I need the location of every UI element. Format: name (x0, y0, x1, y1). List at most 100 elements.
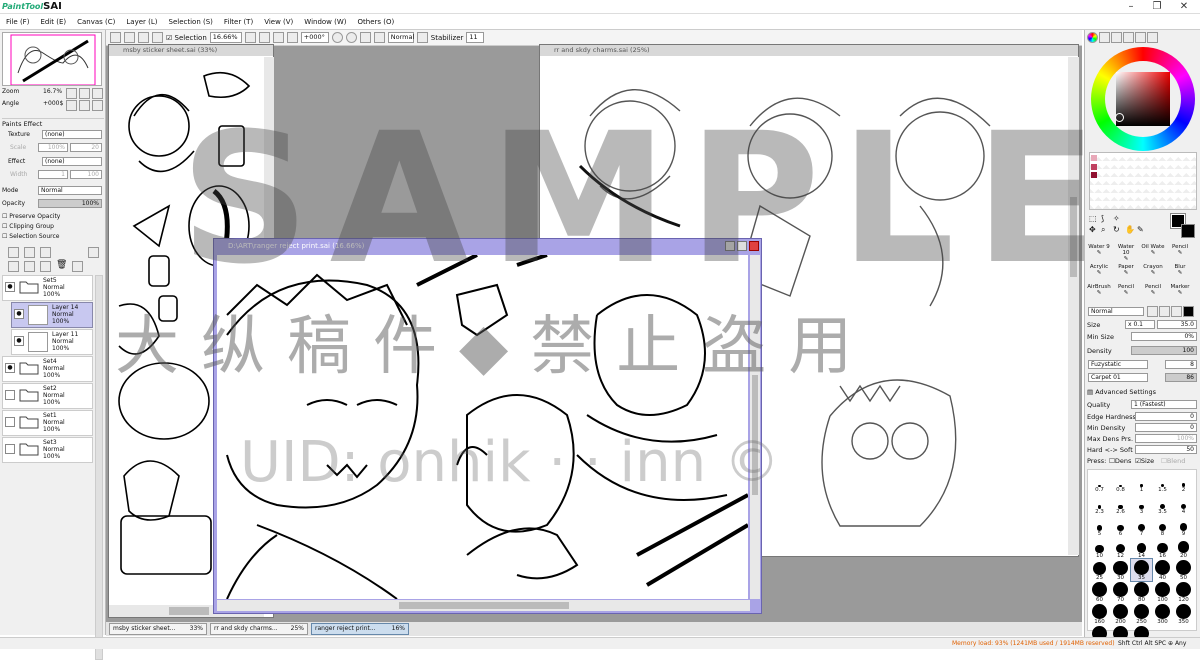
blend-mode-select[interactable]: Normal (38, 186, 102, 195)
blending-brush-value[interactable]: 86 (1165, 373, 1197, 382)
brush-size-preset[interactable]: 9 (1173, 515, 1194, 537)
merge-down-button[interactable] (24, 261, 35, 272)
zoom-in-button[interactable] (79, 88, 90, 99)
brush-size-preset[interactable]: 1.5 (1152, 471, 1173, 493)
window3-close-button[interactable] (749, 241, 759, 251)
menu-view[interactable]: View (V) (264, 18, 293, 26)
width-num[interactable]: 100 (70, 170, 102, 179)
rotate-left-button[interactable] (66, 100, 77, 111)
rotate-ccw-button[interactable] (331, 32, 343, 43)
brush-size-preset[interactable]: 40 (1152, 559, 1173, 581)
brush-size-preset[interactable]: 250 (1131, 603, 1152, 625)
brush-size-preset[interactable]: 25 (1089, 559, 1110, 581)
angle-field[interactable]: +000° (300, 32, 329, 43)
density-slider[interactable]: 100 (1131, 346, 1197, 355)
menu-filter[interactable]: Filter (T) (224, 18, 253, 26)
layer-row[interactable]: Set2 Normal 100% (2, 383, 93, 409)
width-value[interactable]: 1 (38, 170, 68, 179)
visibility-eye-icon[interactable] (5, 417, 15, 427)
tool-hide-button[interactable] (152, 32, 163, 43)
zoom-field[interactable]: 16.66% (209, 32, 242, 43)
brush-tool[interactable]: Oil Wate ✎ (1141, 244, 1165, 256)
window3-maximize-button[interactable] (737, 241, 747, 251)
hsv-slider-tab[interactable] (1111, 32, 1122, 43)
visibility-eye-icon[interactable] (5, 444, 15, 454)
rotate-reset-button[interactable] (92, 100, 103, 111)
brush-mode-select[interactable]: Normal (1088, 307, 1144, 316)
size-multiplier[interactable]: x 0.1 (1125, 320, 1155, 329)
rotate-tool-icon[interactable]: ↻ (1113, 225, 1120, 234)
color-mixer-tab[interactable] (1147, 32, 1158, 43)
brush-tool[interactable]: Paper ✎ (1114, 264, 1138, 276)
color-picker-handle[interactable] (1115, 113, 1124, 122)
visibility-eye-icon[interactable]: ● (5, 282, 15, 292)
opacity-slider[interactable]: 100% (38, 199, 102, 208)
brush-size-preset[interactable]: 12 (1110, 537, 1131, 559)
move-icon[interactable]: ✥ (1089, 225, 1096, 234)
brush-size-preset[interactable]: 0.8 (1110, 471, 1131, 493)
visibility-eye-icon[interactable]: ● (14, 309, 24, 319)
new-layer-button[interactable] (8, 247, 19, 258)
brush-size-preset[interactable]: 3.5 (1152, 493, 1173, 515)
brush-tool[interactable]: Acrylic ✎ (1087, 264, 1111, 276)
tab-ranger-reject[interactable]: ranger reject print... 16% (311, 623, 409, 635)
rotate-reset-tb-button[interactable] (359, 32, 371, 43)
tool-select-button[interactable] (110, 32, 121, 43)
zoom-minus-button[interactable] (244, 32, 256, 43)
pressure-size-checkbox[interactable]: ☑Size (1135, 457, 1154, 465)
effect-select[interactable]: (none) (42, 157, 102, 166)
scale-num[interactable]: 20 (70, 143, 102, 152)
layer-options-button[interactable] (88, 247, 99, 258)
brush-tool[interactable]: Marker ✎ (1168, 284, 1192, 296)
menu-selection[interactable]: Selection (S) (169, 18, 213, 26)
brush-size-preset[interactable]: 5 (1089, 515, 1110, 537)
flip-button[interactable] (373, 32, 385, 43)
brush-size-preset[interactable]: 14 (1131, 537, 1152, 559)
brush-size-preset[interactable]: 7 (1131, 515, 1152, 537)
transfer-down-button[interactable] (8, 261, 19, 272)
layer-scrollbar[interactable] (95, 275, 103, 660)
swatch-tab[interactable] (1123, 32, 1134, 43)
preserve-opacity-checkbox[interactable]: ☐ Preserve Opacity (2, 213, 60, 220)
zoom-out-button[interactable] (66, 88, 77, 99)
menu-layer[interactable]: Layer (L) (126, 18, 157, 26)
brush-size-preset[interactable]: 120 (1173, 581, 1194, 603)
rotate-cw-button[interactable] (345, 32, 357, 43)
brush-size-preset[interactable]: 2.6 (1110, 493, 1131, 515)
brush-tool[interactable]: Water 9 ✎ (1087, 244, 1111, 256)
brush-size-preset[interactable]: 3 (1131, 493, 1152, 515)
saturation-value-square[interactable] (1116, 72, 1170, 126)
brush-size-preset[interactable]: 1 (1131, 471, 1152, 493)
brush-size-preset[interactable]: 4 (1173, 493, 1194, 515)
layer-row[interactable]: Set1 Normal 100% (2, 410, 93, 436)
hand-tool-icon[interactable]: ✋ (1125, 225, 1135, 234)
brush-size-preset[interactable]: 70 (1110, 581, 1131, 603)
brush-size-preset[interactable]: 0.7 (1089, 471, 1110, 493)
menu-window[interactable]: Window (W) (304, 18, 346, 26)
brush-size-preset[interactable]: 350 (1173, 603, 1194, 625)
color-wheel-tab[interactable] (1087, 32, 1098, 43)
brush-tool[interactable]: Pencil ✎ (1114, 284, 1138, 296)
advanced-settings-toggle[interactable]: ▤ Advanced Settings (1087, 388, 1156, 396)
texture-brush-select[interactable]: Fuzystatic (1088, 360, 1148, 369)
hard-soft-slider[interactable]: 50 (1135, 445, 1197, 454)
layer-mask-button[interactable] (72, 261, 83, 272)
window3-hscroll[interactable] (217, 600, 750, 611)
layer-row[interactable]: ● Layer 14 Normal 100% (11, 302, 93, 328)
visibility-eye-icon[interactable]: ● (5, 363, 15, 373)
lasso-icon[interactable]: ⟆ (1101, 214, 1104, 223)
canvas-window-ranger-reject[interactable]: D:\ART\ranger reject print.sai (16.66%) (213, 238, 762, 614)
quality-select[interactable]: 1 (Fastest) (1131, 400, 1197, 409)
trash-icon[interactable]: 🗑 (56, 260, 67, 270)
brush-size-preset[interactable]: 100 (1152, 581, 1173, 603)
tab-rr-skdy[interactable]: rr and skdy charms... 25% (210, 623, 308, 635)
brush-size-preset[interactable]: 80 (1131, 581, 1152, 603)
new-linework-button[interactable] (24, 247, 35, 258)
zoom-fit-button[interactable] (286, 32, 298, 43)
brush-shape-4[interactable] (1183, 306, 1194, 317)
menu-canvas[interactable]: Canvas (C) (77, 18, 115, 26)
new-folder-button[interactable] (40, 247, 51, 258)
texture-select[interactable]: (none) (42, 130, 102, 139)
stabilizer-field[interactable]: 11 (466, 32, 485, 43)
rgb-slider-tab[interactable] (1099, 32, 1110, 43)
